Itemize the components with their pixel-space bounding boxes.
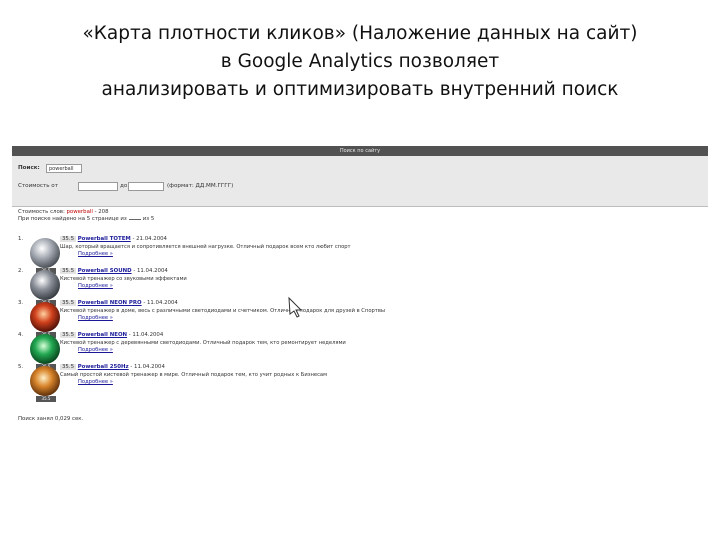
product-thumbnail[interactable] (30, 302, 60, 332)
result-header: 35.5 Powerball ТОТЕМ - 21.04.2004 (60, 236, 167, 242)
product-thumbnail[interactable] (30, 270, 60, 300)
pages-info: При поиске найдено на 5 странице из из 5 (18, 215, 154, 222)
cost-to-label: до (120, 183, 128, 189)
slide-title-line-3: анализировать и оптимизировать внутренни… (101, 79, 619, 100)
cost-to-input[interactable] (128, 182, 164, 191)
result-header: 35.5 Powerball NEON - 11.04.2004 (60, 332, 163, 338)
result-number: 4. (18, 332, 24, 338)
result-description: Кистевой тренажер с деревянными светодио… (60, 340, 346, 346)
result-header: 35.5 Powerball 250Hz - 11.04.2004 (60, 364, 165, 370)
result-header: 35.5 Powerball NEON PRO - 11.04.2004 (60, 300, 178, 306)
mouse-pointer-icon (288, 296, 303, 318)
search-input[interactable]: powerball (46, 164, 82, 173)
page-number-field[interactable] (128, 215, 141, 220)
more-link[interactable]: Подробнее » (78, 347, 113, 353)
result-description: Кистевой тренажер со звуковыми эффектами (60, 276, 187, 282)
more-link[interactable]: Подробнее » (78, 315, 113, 321)
cost-from-input[interactable] (78, 182, 118, 191)
result-title-link[interactable]: Powerball NEON PRO (78, 300, 142, 306)
result-description: Самый простой кистевой тренажер в мире. … (60, 372, 328, 378)
cost-row: Стоимость от (18, 181, 58, 192)
result-item: 5. 35.5 35.5 Powerball 250Hz - 11.04.200… (18, 364, 378, 420)
date-format-hint: (формат: ДД.ММ.ГГГГ) (167, 183, 234, 189)
search-time: Поиск занял 0,029 сек. (18, 416, 84, 422)
result-header: 35.5 Powerball SOUND - 11.04.2004 (60, 268, 168, 274)
thumbnail-caption: 35.5 (36, 396, 56, 402)
result-date: - 11.04.2004 (128, 332, 164, 338)
result-price: 35.5 (60, 268, 77, 274)
site-search-screenshot: Поиск по сайту Поиск: powerball Стоимост… (12, 146, 708, 430)
pages-info-text: При поиске найдено на 5 странице из (18, 216, 127, 222)
site-header-bar: Поиск по сайту (12, 146, 708, 156)
result-date: - 21.04.2004 (132, 236, 167, 242)
result-price: 35.5 (60, 236, 77, 242)
result-number: 2. (18, 268, 24, 274)
cost-from-label: Стоимость от (18, 183, 58, 189)
result-title-link[interactable]: Powerball ТОТЕМ (78, 236, 131, 242)
result-title-link[interactable]: Powerball 250Hz (78, 364, 129, 370)
result-number: 1. (18, 236, 24, 242)
more-link[interactable]: Подробнее » (78, 379, 113, 385)
result-description: Шар, который вращается и сопротивляется … (60, 244, 351, 250)
search-row: Поиск: (18, 163, 40, 174)
result-number: 5. (18, 364, 24, 370)
result-date: - 11.04.2004 (133, 268, 168, 274)
result-date: - 11.04.2004 (143, 300, 178, 306)
slide-title: «Карта плотности кликов» (Наложение данн… (20, 20, 700, 104)
more-link[interactable]: Подробнее » (78, 251, 113, 257)
search-form: Поиск: powerball Стоимость от до (формат… (12, 156, 708, 207)
slide-title-line-1: «Карта плотности кликов» (Наложение данн… (82, 23, 638, 44)
result-date: - 11.04.2004 (130, 364, 165, 370)
result-price: 35.5 (60, 300, 77, 306)
pages-info-end: из 5 (142, 216, 155, 222)
slide-title-line-2: в Google Analytics позволяет (220, 51, 500, 72)
result-price: 35.5 (60, 332, 77, 338)
product-thumbnail[interactable] (30, 334, 60, 364)
product-thumbnail[interactable] (30, 366, 60, 396)
more-link[interactable]: Подробнее » (78, 283, 113, 289)
result-title-link[interactable]: Powerball NEON (78, 332, 127, 338)
result-description: Кистевой тренажер в доме, весь с различн… (60, 308, 385, 314)
result-number: 3. (18, 300, 24, 306)
search-label: Поиск: (18, 165, 40, 171)
result-price: 35.5 (60, 364, 77, 370)
product-thumbnail[interactable] (30, 238, 60, 268)
result-title-link[interactable]: Powerball SOUND (78, 268, 132, 274)
